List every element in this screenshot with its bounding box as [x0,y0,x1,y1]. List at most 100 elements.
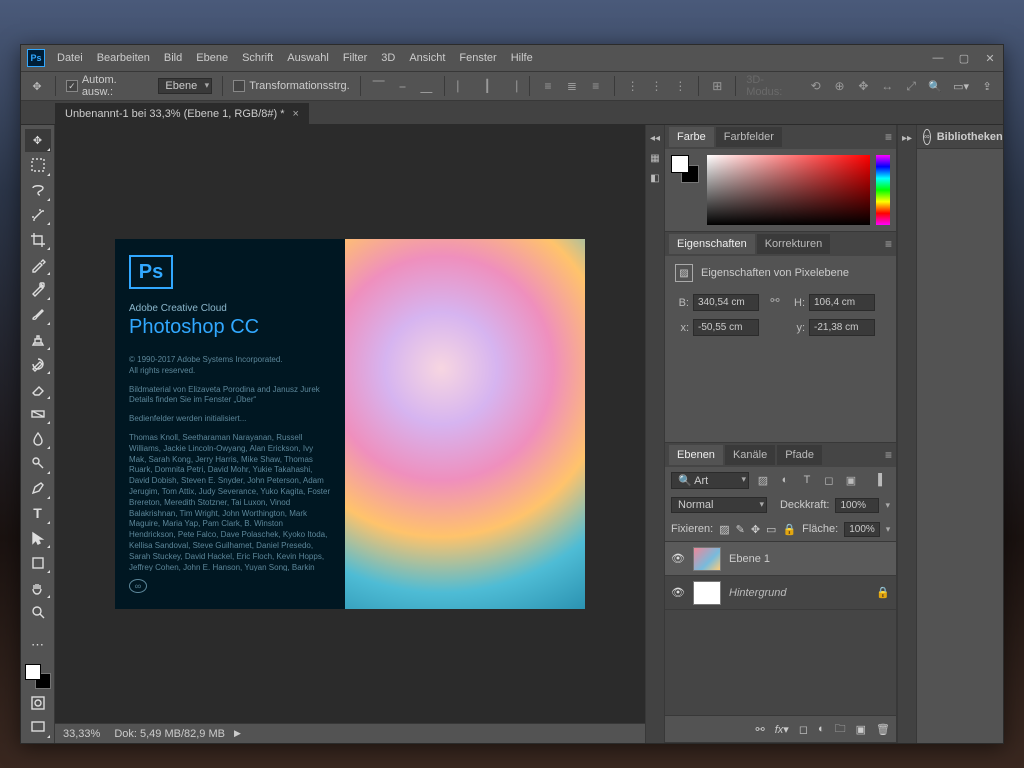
tab-eigenschaften[interactable]: Eigenschaften [669,234,755,254]
eraser-tool[interactable] [25,377,51,400]
maximize-button[interactable]: ▢ [957,52,971,65]
panel-menu-icon[interactable]: ≡ [885,130,892,144]
menu-ebene[interactable]: Ebene [196,52,228,64]
close-button[interactable]: ✕ [983,52,997,65]
tab-ebenen[interactable]: Ebenen [669,445,723,465]
zoom-tool[interactable] [25,601,51,624]
menu-schrift[interactable]: Schrift [242,52,273,64]
libraries-panel-header[interactable]: ∞ Bibliotheken [917,125,1003,149]
marquee-tool[interactable] [25,154,51,177]
width-field[interactable]: 340,54 cm [693,294,759,311]
align-right-icon[interactable]: ⎹ [503,78,519,94]
panel-menu-icon[interactable]: ≡ [885,237,892,251]
document-tab[interactable]: Unbenannt-1 bei 33,3% (Ebene 1, RGB/8#) … [55,103,309,124]
distribute-bottom-icon[interactable]: ≡ [588,78,604,94]
history-panel-icon[interactable]: ▦ [648,151,662,165]
layer-row[interactable]: 👁Hintergrund🔒 [665,576,896,610]
layer-row[interactable]: 👁 Ebene 1 [665,542,896,576]
path-selection-tool[interactable] [25,527,51,550]
tab-farbfelder[interactable]: Farbfelder [716,127,782,147]
collapse-dock-icon[interactable]: ▸▸ [900,131,914,145]
type-tool[interactable]: T [25,502,51,525]
edit-toolbar-icon[interactable]: ⋯ [25,634,51,657]
lasso-tool[interactable] [25,179,51,202]
layer-filter-kind-dropdown[interactable]: 🔍 Art [671,472,749,489]
dodge-tool[interactable] [25,452,51,475]
layer-name[interactable]: Hintergrund [729,587,868,599]
show-transform-checkbox[interactable]: Transformationsstrg. [233,80,349,92]
blend-mode-dropdown[interactable]: Normal [671,497,767,513]
close-tab-icon[interactable]: × [293,108,299,120]
menu-hilfe[interactable]: Hilfe [511,52,533,64]
link-dimensions-icon[interactable]: ⚯ [767,294,783,311]
x-field[interactable]: -50,55 cm [693,319,759,336]
menu-bearbeiten[interactable]: Bearbeiten [97,52,150,64]
share-icon[interactable]: ⇪ [979,78,995,94]
distribute-top-icon[interactable]: ≡ [540,78,556,94]
doc-size[interactable]: Dok: 5,49 MB/82,9 MB ▶ [114,728,241,740]
panel-menu-icon[interactable]: ≡ [885,448,892,462]
history-brush-tool[interactable] [25,353,51,376]
layer-fx-icon[interactable]: fx▾ [775,723,789,736]
blur-tool[interactable] [25,427,51,450]
pen-tool[interactable] [25,477,51,500]
filter-pixel-icon[interactable]: ▨ [755,472,771,488]
new-layer-icon[interactable]: ▣ [856,723,866,736]
lock-all-icon[interactable]: 🔒 [782,523,796,536]
distribute-hcenter-icon[interactable]: ⋮ [649,78,665,94]
menu-fenster[interactable]: Fenster [459,52,496,64]
gradient-tool[interactable] [25,402,51,425]
screen-mode-icon[interactable] [25,716,51,739]
lock-pixels-icon[interactable]: ✎ [736,523,745,536]
layer-group-icon[interactable]: 🗀 [835,720,846,739]
shape-tool[interactable] [25,551,51,574]
fill-field[interactable]: 100% [844,522,880,537]
layer-name[interactable]: Ebene 1 [729,553,890,565]
color-field[interactable] [707,155,870,225]
eyedropper-tool[interactable] [25,253,51,276]
workspace-switcher-icon[interactable]: ▭▾ [953,78,969,94]
foreground-background-swatch[interactable] [25,664,51,689]
magic-wand-tool[interactable] [25,204,51,227]
tab-farbe[interactable]: Farbe [669,127,714,147]
visibility-icon[interactable]: 👁 [671,586,685,599]
menu-datei[interactable]: Datei [57,52,83,64]
zoom-level[interactable]: 33,33% [63,728,100,740]
foreground-color[interactable] [25,664,41,680]
collapse-panels-icon[interactable]: ◂◂ [648,131,662,145]
move-tool[interactable]: ✥ [25,129,51,152]
quick-mask-icon[interactable] [25,691,51,714]
align-vcenter-icon[interactable]: ⎯ [395,78,411,94]
distribute-vcenter-icon[interactable]: ≣ [564,78,580,94]
healing-brush-tool[interactable] [25,278,51,301]
filter-toggle-icon[interactable]: ▌ [874,472,890,488]
height-field[interactable]: 106,4 cm [809,294,875,311]
clone-stamp-tool[interactable] [25,328,51,351]
menu-ansicht[interactable]: Ansicht [409,52,445,64]
adjustment-layer-icon[interactable]: ◐ [818,723,825,735]
menu-bild[interactable]: Bild [164,52,182,64]
swatch-panel-icon[interactable]: ◧ [648,171,662,185]
filter-smartobject-icon[interactable]: ▣ [843,472,859,488]
search-icon[interactable]: 🔍 [927,78,943,94]
visibility-icon[interactable]: 👁 [671,552,685,565]
lock-position-icon[interactable]: ✥ [751,523,760,536]
align-left-icon[interactable]: ⎸ [455,78,471,94]
distribute-right-icon[interactable]: ⋮ [672,78,688,94]
filter-adjustment-icon[interactable]: ◐ [777,472,793,488]
hand-tool[interactable] [25,576,51,599]
crop-tool[interactable] [25,228,51,251]
auto-align-icon[interactable]: ⊞ [709,78,725,94]
auto-select-checkbox[interactable]: ✓Autom. ausw.: [66,74,151,98]
hue-slider[interactable] [876,155,890,225]
menu-3d[interactable]: 3D [381,52,395,64]
minimize-button[interactable]: — [931,52,945,65]
align-bottom-icon[interactable]: ⎽ [418,78,434,94]
align-hcenter-icon[interactable]: ┃ [479,78,495,94]
tab-korrekturen[interactable]: Korrekturen [757,234,830,254]
lock-transparency-icon[interactable]: ▨ [719,523,729,536]
canvas[interactable]: Ps Adobe Creative Cloud Photoshop CC © 1… [55,125,645,723]
delete-layer-icon[interactable]: 🗑 [876,723,890,736]
layer-mask-icon[interactable]: ◻ [799,723,808,736]
layer-thumbnail[interactable] [693,581,721,605]
